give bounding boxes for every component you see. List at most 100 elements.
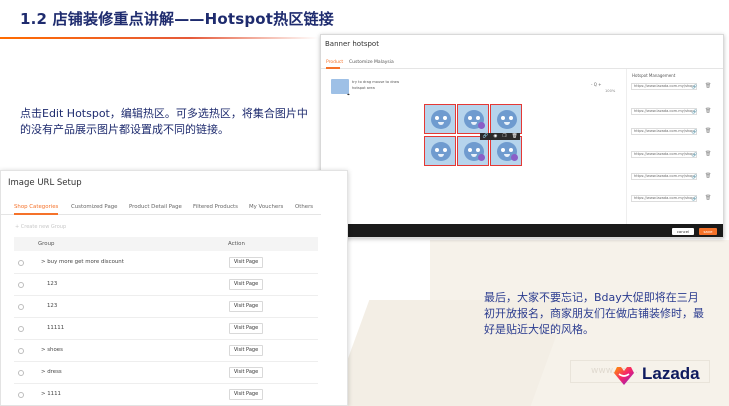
hotspot-url-field[interactable]: https://www.lazada.com.my/shop/ <box>631 83 697 90</box>
cancel-button[interactable]: cancel <box>672 228 694 235</box>
slide-title: 1.2 店铺装修重点讲解——Hotspot热区链接 <box>20 10 334 28</box>
hotspot-link-row: https://www.lazada.com.my/shop/ 🔗 🗑 <box>631 108 715 115</box>
row-radio[interactable] <box>18 304 24 310</box>
lazada-logo: Lazada <box>642 364 700 383</box>
delete-icon[interactable]: 🗑 <box>705 128 711 134</box>
delete-icon[interactable]: 🗑 <box>512 133 518 140</box>
visit-page-button[interactable]: Visit Page <box>229 301 263 312</box>
hotspot-tile[interactable] <box>490 136 522 166</box>
hotspot-url-field[interactable]: https://www.lazada.com.my/shop/ <box>631 195 697 202</box>
group-name[interactable]: > buy more get more discount <box>41 259 124 265</box>
group-name: 123 <box>47 303 58 309</box>
active-tab-indicator <box>14 213 58 215</box>
visit-page-button[interactable]: Visit Page <box>229 279 263 290</box>
column-header-group: Group <box>38 241 55 247</box>
copy-icon[interactable]: ❐ <box>502 133 506 140</box>
table-row: 123 Visit Page <box>14 296 318 318</box>
panel-footer: cancel save <box>321 224 723 237</box>
visit-page-button[interactable]: Visit Page <box>229 323 263 334</box>
save-button[interactable]: save <box>699 228 717 235</box>
title-underline <box>0 37 318 39</box>
hotspot-tile[interactable] <box>424 104 456 134</box>
hotspot-url-field[interactable]: https://www.lazada.com.my/shop/ <box>631 151 697 158</box>
hotspot-tile[interactable] <box>457 104 489 134</box>
table-row: 123 Visit Page <box>14 274 318 296</box>
visit-page-button[interactable]: Visit Page <box>229 389 263 400</box>
hotspot-management-title: Hotspot Management <box>632 73 676 78</box>
active-tab-indicator <box>326 67 340 69</box>
url-type-tab-bar: Shop Categories Customized Page Product … <box>1 199 321 215</box>
link-icon[interactable]: 🔗 <box>692 84 697 89</box>
hotspot-tile[interactable] <box>490 104 522 134</box>
hotspot-instruction-text: 点击Edit Hotspot，编辑热区。可多选热区，将集合图片中的没有产品展示图… <box>20 107 308 136</box>
link-icon[interactable]: 🔗 <box>483 133 489 140</box>
group-name[interactable]: > shoes <box>41 347 63 353</box>
table-row: > buy more get more discount Visit Page <box>14 252 318 274</box>
hotspot-link-row: https://www.lazada.com.my/shop/ 🔗 🗑 <box>631 128 715 135</box>
cursor-icon: ⌖ <box>347 92 350 98</box>
visit-page-button[interactable]: Visit Page <box>229 345 263 356</box>
sticker-icon <box>478 154 485 161</box>
zoom-control[interactable]: - Q + <box>591 82 602 87</box>
row-radio[interactable] <box>18 370 24 376</box>
link-icon[interactable]: 🔗 <box>692 196 697 201</box>
hotspot-url-field[interactable]: https://www.lazada.com.my/shop/ <box>631 128 697 135</box>
row-radio[interactable] <box>18 392 24 398</box>
tab-customized-page[interactable]: Customized Page <box>71 204 117 210</box>
tab-others[interactable]: Others <box>295 204 313 210</box>
group-name[interactable]: > 1111 <box>41 391 61 397</box>
visit-page-button[interactable]: Visit Page <box>229 367 263 378</box>
tab-filtered-products[interactable]: Filtered Products <box>193 204 238 210</box>
draw-hint-text: try to drag mouse to draw hotspot area <box>352 80 400 90</box>
zoom-level: 100% <box>605 89 616 93</box>
hotspot-tile[interactable] <box>457 136 489 166</box>
hotspot-url-field[interactable]: https://www.lazada.com.my/shop/ <box>631 108 697 115</box>
delete-icon[interactable]: 🗑 <box>705 195 711 201</box>
table-row: 11111 Visit Page <box>14 318 318 340</box>
row-radio[interactable] <box>18 326 24 332</box>
panel-divider <box>626 69 627 229</box>
group-name: 123 <box>47 281 58 287</box>
create-group-link[interactable]: + Create new Group <box>15 224 66 230</box>
banner-hotspot-panel: Banner hotspot Product Customize Malaysi… <box>320 34 724 238</box>
link-icon[interactable]: 🔗 <box>692 174 697 179</box>
tab-my-vouchers[interactable]: My Vouchers <box>249 204 283 210</box>
hotspot-link-row: https://www.lazada.com.my/shop/ 🔗 🗑 <box>631 195 715 202</box>
panel-title: Image URL Setup <box>8 178 82 188</box>
table-row: > shoes Visit Page <box>14 340 318 362</box>
promo-reminder-text: 最后，大家不要忘记，Bday大促即将在三月初开放报名，商家朋友们在做店铺装修时，… <box>484 291 704 336</box>
column-header-action: Action <box>228 241 245 247</box>
link-icon[interactable]: 🔗 <box>692 152 697 157</box>
link-icon[interactable]: 🔗 <box>692 129 697 134</box>
mascot-image <box>431 110 451 129</box>
panel-title: Banner hotspot <box>325 40 379 48</box>
delete-icon[interactable]: 🗑 <box>705 173 711 179</box>
mascot-image <box>497 110 517 129</box>
hotspot-toolbar: 🔗 ◉ ❐ 🗑 <box>480 133 520 140</box>
tab-shop-categories[interactable]: Shop Categories <box>14 204 58 210</box>
tab-customize[interactable]: Customize Malaysia <box>349 60 394 65</box>
hotspot-tile[interactable] <box>424 136 456 166</box>
hotspot-canvas[interactable]: 🔗 ◉ ❐ 🗑 <box>424 104 523 167</box>
image-url-setup-panel: Image URL Setup Shop Categories Customiz… <box>0 170 348 406</box>
link-icon[interactable]: 🔗 <box>692 109 697 114</box>
row-radio[interactable] <box>18 260 24 266</box>
sticker-icon <box>511 154 518 161</box>
view-icon[interactable]: ◉ <box>493 133 497 140</box>
delete-icon[interactable]: 🗑 <box>705 151 711 157</box>
banner-tab-bar: Product Customize Malaysia <box>321 55 723 69</box>
table-header: Group Action <box>14 237 318 251</box>
delete-icon[interactable]: 🗑 <box>705 83 711 89</box>
delete-icon[interactable]: 🗑 <box>705 108 711 114</box>
hotspot-url-field[interactable]: https://www.lazada.com.my/shop/ <box>631 173 697 180</box>
tab-product-detail-page[interactable]: Product Detail Page <box>129 204 182 210</box>
row-radio[interactable] <box>18 282 24 288</box>
table-row: > 1111 Visit Page <box>14 384 318 405</box>
hotspot-link-row: https://www.lazada.com.my/shop/ 🔗 🗑 <box>631 151 715 158</box>
group-name[interactable]: > dress <box>41 369 62 375</box>
tab-product[interactable]: Product <box>326 60 343 65</box>
visit-page-button[interactable]: Visit Page <box>229 257 263 268</box>
mascot-image <box>431 142 451 161</box>
hotspot-link-row: https://www.lazada.com.my/shop/ 🔗 🗑 <box>631 83 715 90</box>
row-radio[interactable] <box>18 348 24 354</box>
